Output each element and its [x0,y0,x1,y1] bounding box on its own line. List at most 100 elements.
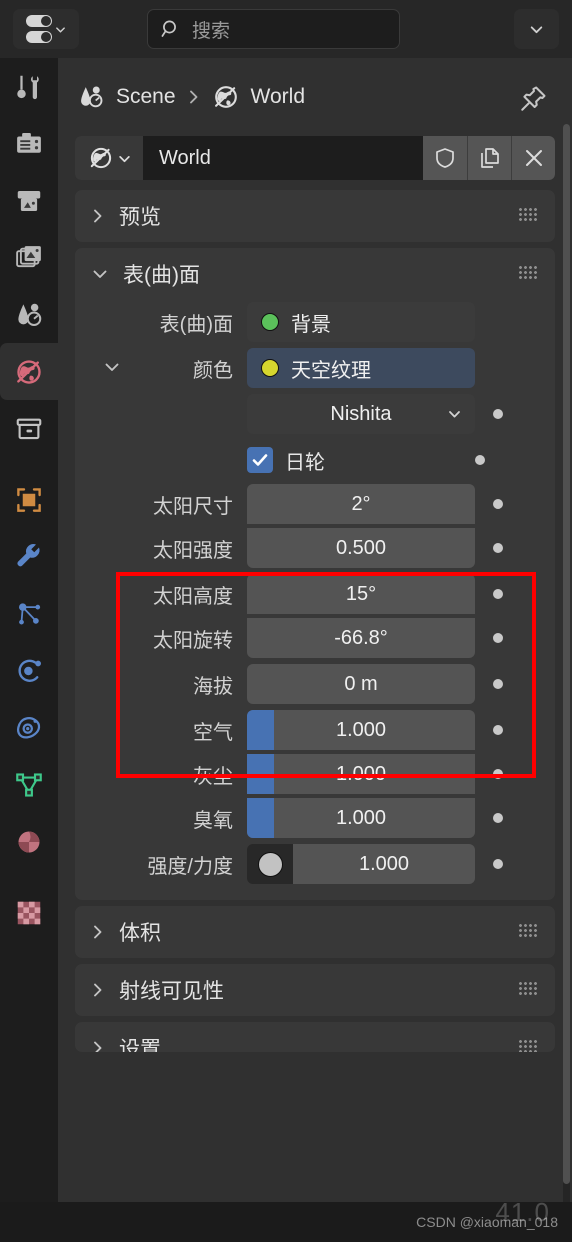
collection-box-icon [16,418,42,439]
panel-volume-label: 体积 [119,922,161,945]
panel-surface-header[interactable]: 表(曲)面 [75,248,555,300]
sun-intensity-field[interactable]: 0.500 [247,528,475,568]
scene-cone-icon [81,86,103,108]
sidebar-item-modifiers[interactable] [0,528,58,585]
breadcrumb-scene-label[interactable]: Scene [116,85,176,109]
sidebar-item-material[interactable] [0,813,58,870]
ozone-slider[interactable]: 1.000 [247,798,475,838]
decorate-dot[interactable] [493,589,503,599]
sidebar-item-world[interactable] [0,343,58,400]
display-filter-button[interactable] [13,9,79,49]
decorate-dot[interactable] [493,769,503,779]
panel-grip-icon[interactable] [519,982,539,996]
row-dust: 灰尘 1.000 [75,752,555,796]
strength-value-field[interactable]: 1.000 [293,844,475,884]
world-globe-icon [214,86,237,108]
slider-fill [247,754,274,794]
decorate-dot[interactable] [493,409,503,419]
status-bar: CSDN @xiaoman_018 41.0 [0,1197,572,1242]
row-air-label: 空气 [193,721,233,744]
air-slider[interactable]: 1.000 [247,710,475,750]
chevron-right-icon [94,925,102,939]
sun-elevation-field[interactable]: 15° [247,574,475,614]
shader-type-dot-icon [261,313,279,331]
decorate-dot[interactable] [493,813,503,823]
decorate-dot[interactable] [493,543,503,553]
row-sky-type: Nishita [75,392,555,436]
top-header-bar: 搜索 [0,0,572,58]
sidebar-item-output[interactable] [0,172,58,229]
sidebar-item-constraints[interactable] [0,699,58,756]
color-input-field[interactable]: 天空纹理 [247,348,475,388]
sky-type-dropdown[interactable]: Nishita [247,394,475,434]
sidebar-item-texture[interactable] [0,884,58,941]
row-surface-shader-label: 表(曲)面 [159,313,233,336]
panel-preview-header[interactable]: 预览 [75,190,555,242]
chevron-down-icon [93,270,107,278]
breadcrumb-world-label[interactable]: World [251,85,305,109]
sidebar-item-object[interactable] [0,471,58,528]
breadcrumb: Scene World [58,58,572,136]
panel-settings: 设置 [75,1022,555,1052]
panel-settings-label: 设置 [119,1038,161,1052]
datablock-type-button[interactable] [75,136,143,180]
decorate-dot[interactable] [493,725,503,735]
sun-disc-checkbox[interactable] [247,447,273,473]
sidebar-item-scene[interactable] [0,286,58,343]
row-sun-size-label: 太阳尺寸 [153,495,233,518]
toggle-filter-icon [26,15,52,43]
decorate-dot[interactable] [493,633,503,643]
sun-rotation-field[interactable]: -66.8° [247,618,475,658]
sidebar-item-object-data[interactable] [0,756,58,813]
sidebar-item-view-layer[interactable] [0,229,58,286]
object-square-icon [17,487,41,512]
sun-size-field[interactable]: 2° [247,484,475,524]
new-world-button[interactable] [467,136,511,180]
panel-grip-icon[interactable] [519,266,539,280]
surface-shader-field[interactable]: 背景 [247,302,475,342]
row-altitude-label: 海拔 [193,675,233,698]
scrollbar-thumb[interactable] [563,124,570,1184]
row-color-label: 颜色 [193,359,233,382]
search-input[interactable]: 搜索 [147,9,400,49]
panel-grip-icon[interactable] [519,208,539,222]
chevron-down-icon [530,25,543,33]
sidebar-item-collection[interactable] [0,400,58,457]
header-options-button[interactable] [514,9,559,49]
panel-settings-header[interactable]: 设置 [75,1022,555,1052]
air-value: 1.000 [335,718,387,741]
chevron-down-icon [118,155,130,162]
chevron-right-icon [94,209,102,223]
strength-color-swatch[interactable] [247,844,293,884]
pin-icon[interactable] [518,84,548,119]
slider-fill [247,798,274,838]
decorate-dot[interactable] [493,679,503,689]
decorate-dot[interactable] [493,859,503,869]
sidebar-item-tool[interactable] [0,58,58,115]
sky-type-value: Nishita [330,402,392,425]
altitude-field[interactable]: 0 m [247,664,475,704]
world-name-field[interactable]: World [143,136,423,180]
row-air: 空气 1.000 [75,708,555,752]
scrollbar-track[interactable] [563,124,570,1234]
altitude-value: 0 m [344,672,378,695]
chevron-down-icon[interactable] [103,360,121,374]
panel-volume-header[interactable]: 体积 [75,906,555,958]
checker-texture-icon [17,901,41,924]
row-surface-shader: 表(曲)面 背景 [75,300,555,344]
swatch-ball-icon [257,851,283,877]
dust-slider[interactable]: 1.000 [247,754,475,794]
decorate-dot[interactable] [493,499,503,509]
panel-grip-icon[interactable] [519,1040,539,1052]
texture-node-dot-icon [261,359,279,377]
panel-grip-icon[interactable] [519,924,539,938]
sidebar-item-particles[interactable] [0,585,58,642]
panel-ray-visibility-header[interactable]: 射线可见性 [75,964,555,1016]
unlink-button[interactable] [511,136,555,180]
sidebar-item-physics[interactable] [0,642,58,699]
fake-user-button[interactable] [423,136,467,180]
chevron-down-icon [449,411,460,418]
decorate-dot[interactable] [475,455,485,465]
sidebar-item-render[interactable] [0,115,58,172]
row-strength: 强度/力度 1.000 [75,842,555,886]
